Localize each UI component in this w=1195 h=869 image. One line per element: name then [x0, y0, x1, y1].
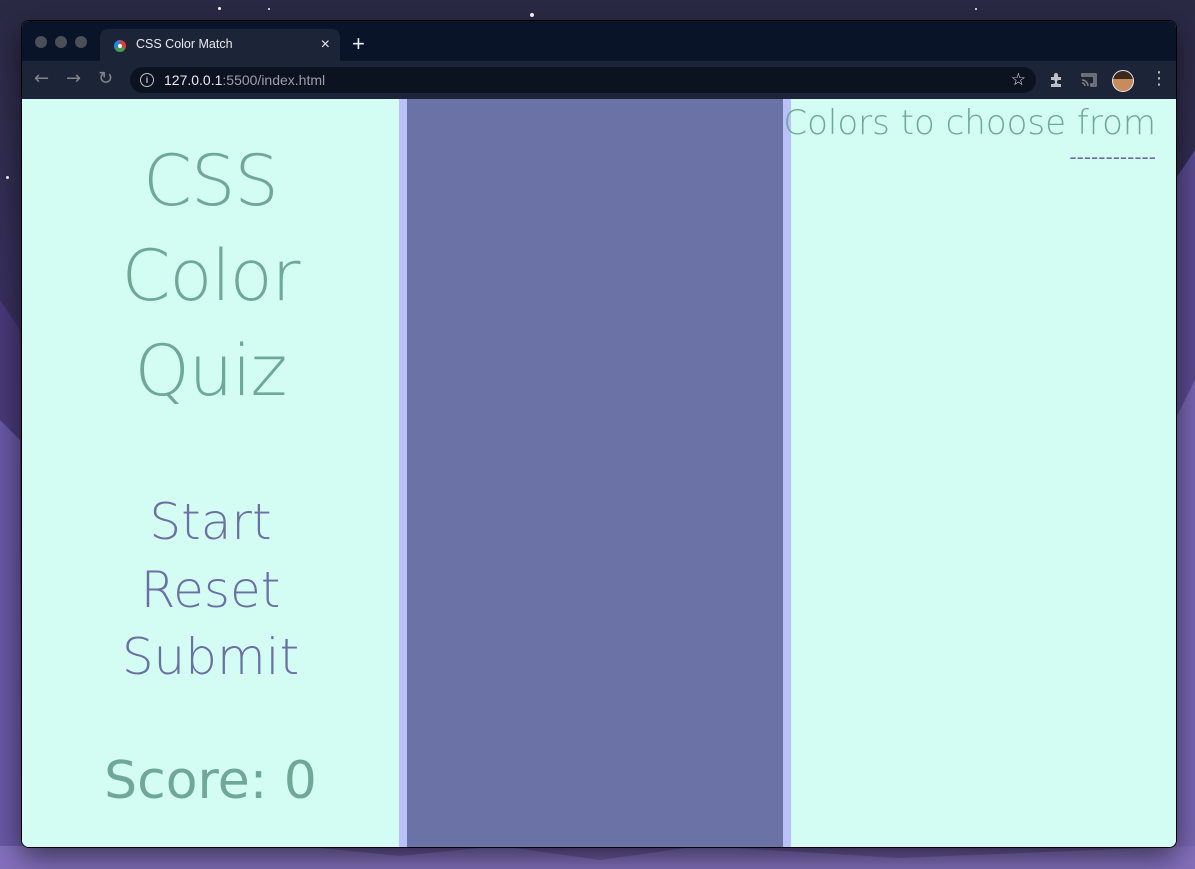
window-minimize-button[interactable]	[55, 36, 67, 48]
reload-button[interactable]: ↻	[98, 69, 113, 89]
page-content: CSS Color Quiz Start Reset Submit Score:…	[22, 99, 1176, 847]
url-host: 127.0.0.1	[164, 72, 223, 88]
page-title-line-3: Quiz	[134, 330, 288, 412]
browser-window: CSS Color Match × + ← → ↻ i 127.0.0.1:55…	[21, 20, 1177, 848]
address-bar[interactable]: i 127.0.0.1:5500/index.html ☆	[130, 67, 1036, 93]
tab-bar: CSS Color Match × +	[22, 21, 1176, 61]
quiz-sidebar: CSS Color Quiz Start Reset Submit Score:…	[22, 99, 399, 847]
score-display: Score: 0	[104, 751, 317, 811]
window-close-button[interactable]	[35, 36, 47, 48]
extensions-puzzle-icon[interactable]	[1048, 71, 1066, 89]
new-tab-button[interactable]: +	[352, 33, 365, 55]
quiz-board	[399, 99, 791, 847]
colors-divider: ------------	[1069, 145, 1156, 169]
colors-heading: Colors to choose from	[783, 103, 1156, 143]
tab-css-color-match[interactable]: CSS Color Match ×	[100, 29, 340, 61]
window-zoom-button[interactable]	[75, 36, 87, 48]
browser-toolbar: ← → ↻ i 127.0.0.1:5500/index.html ☆ ⋮	[22, 61, 1176, 99]
reset-button[interactable]: Reset	[22, 557, 399, 623]
more-menu-icon[interactable]: ⋮	[1150, 69, 1168, 89]
cast-icon[interactable]	[1080, 71, 1098, 89]
bookmark-star-icon[interactable]: ☆	[1011, 70, 1026, 90]
url-path: :5500/index.html	[222, 72, 326, 88]
start-button[interactable]: Start	[22, 489, 399, 555]
url-text: 127.0.0.1:5500/index.html	[164, 72, 325, 88]
color-choices-panel: Colors to choose from ------------	[783, 99, 1176, 847]
page-title-line-1: CSS	[143, 140, 279, 222]
profile-avatar-icon[interactable]	[1112, 70, 1134, 92]
tab-title: CSS Color Match	[136, 37, 233, 51]
info-icon[interactable]: i	[140, 73, 154, 87]
favicon-icon	[114, 40, 126, 52]
submit-button[interactable]: Submit	[22, 624, 399, 690]
forward-button[interactable]: →	[66, 69, 81, 89]
drop-area[interactable]	[407, 99, 783, 847]
back-button[interactable]: ←	[34, 69, 49, 89]
tab-close-icon[interactable]: ×	[321, 35, 330, 55]
page-title-line-2: Color	[121, 235, 301, 317]
